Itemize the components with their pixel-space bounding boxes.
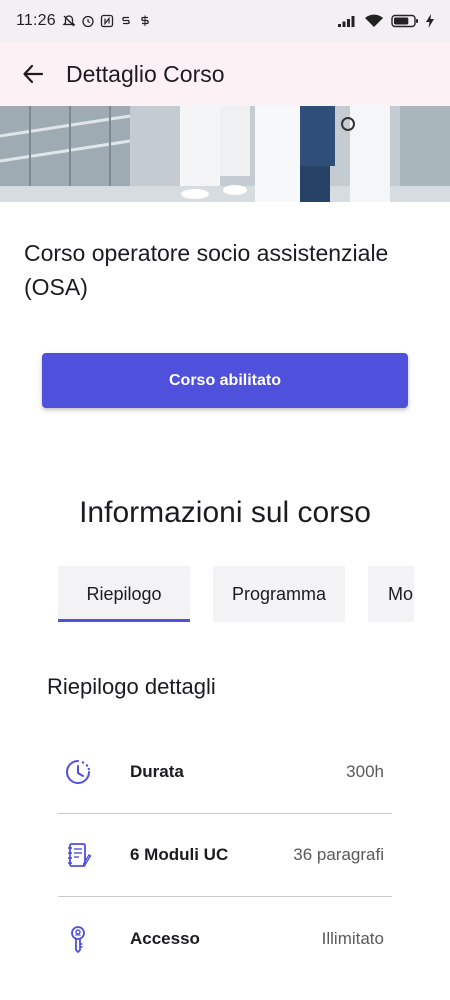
list-item-value: 36 paragrafi	[293, 845, 384, 864]
list-item-access: Accesso Illimitato	[58, 897, 392, 980]
list-item-value: 300h	[346, 762, 384, 781]
hospital-corridor-image	[0, 106, 450, 202]
list-item-duration: Durata 300h	[58, 731, 392, 814]
alarm-icon	[82, 15, 94, 28]
tab-mo[interactable]: Mo	[368, 566, 414, 622]
page-title: Dettaglio Corso	[66, 60, 225, 87]
mute-icon	[62, 15, 76, 27]
status-time: 11:26	[16, 12, 56, 29]
arrow-back-icon	[23, 64, 44, 84]
app-bar: Dettaglio Corso	[0, 42, 450, 106]
summary-list: Durata 300h 6 Moduli UC 36 paragrafi Acc…	[58, 731, 392, 980]
course-info-tabs: Riepilogo Programma Mo	[58, 566, 414, 622]
course-hero-image	[0, 106, 450, 202]
tab-riepilogo[interactable]: Riepilogo	[58, 566, 190, 622]
charging-icon	[426, 14, 434, 28]
list-item-label: 6 Moduli UC	[130, 845, 229, 864]
signal-icon	[338, 16, 355, 27]
clock-icon	[58, 752, 98, 792]
tab-programma[interactable]: Programma	[213, 566, 345, 622]
battery-icon	[391, 14, 418, 28]
sync-icon	[122, 16, 130, 25]
status-bar: 11:26	[0, 0, 450, 42]
nfc-icon	[100, 14, 114, 28]
course-title: Corso operatore socio assistenziale (OSA…	[24, 240, 389, 300]
back-button[interactable]	[20, 61, 46, 87]
course-info-title: Informazioni sul corso	[79, 496, 371, 529]
course-enabled-button[interactable]: Corso abilitato	[42, 353, 408, 408]
key-icon	[58, 919, 98, 959]
list-item-label: Durata	[130, 762, 184, 781]
list-item-value: Illimitato	[321, 928, 384, 948]
summary-title: Riepilogo dettagli	[47, 674, 216, 699]
list-item-modules: 6 Moduli UC 36 paragrafi	[58, 814, 392, 897]
list-item-label: Accesso	[130, 928, 200, 948]
sync-icon	[141, 15, 149, 26]
notebook-icon	[58, 835, 98, 875]
wifi-icon	[365, 14, 383, 27]
